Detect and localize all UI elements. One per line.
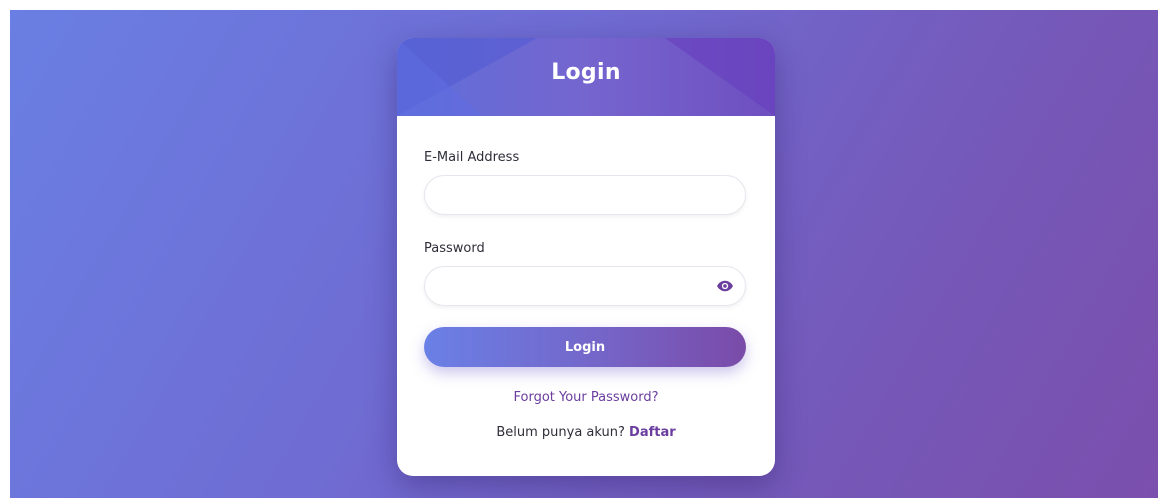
- email-group: E-Mail Address: [424, 150, 748, 215]
- email-input[interactable]: [424, 175, 746, 215]
- register-prompt-line: Belum punya akun? Daftar: [424, 425, 748, 440]
- password-group: Password: [424, 241, 748, 306]
- password-input-wrap: [424, 266, 746, 306]
- card-title: Login: [551, 60, 621, 85]
- login-card: Login E-Mail Address Password Login Forg…: [397, 38, 775, 476]
- login-button[interactable]: Login: [424, 327, 746, 367]
- register-link[interactable]: Daftar: [629, 425, 676, 440]
- email-label: E-Mail Address: [424, 150, 520, 165]
- login-form: E-Mail Address Password Login Forgot You…: [397, 116, 775, 440]
- email-input-wrap: [424, 175, 746, 215]
- eye-icon-svg: [717, 280, 733, 292]
- password-label: Password: [424, 241, 485, 256]
- page-background: Login E-Mail Address Password Login Forg…: [10, 10, 1158, 498]
- card-header: Login: [397, 38, 775, 116]
- forgot-password-link[interactable]: Forgot Your Password?: [424, 390, 748, 405]
- eye-icon[interactable]: [716, 277, 734, 295]
- password-input[interactable]: [424, 266, 746, 306]
- register-prompt-text: Belum punya akun?: [496, 425, 625, 440]
